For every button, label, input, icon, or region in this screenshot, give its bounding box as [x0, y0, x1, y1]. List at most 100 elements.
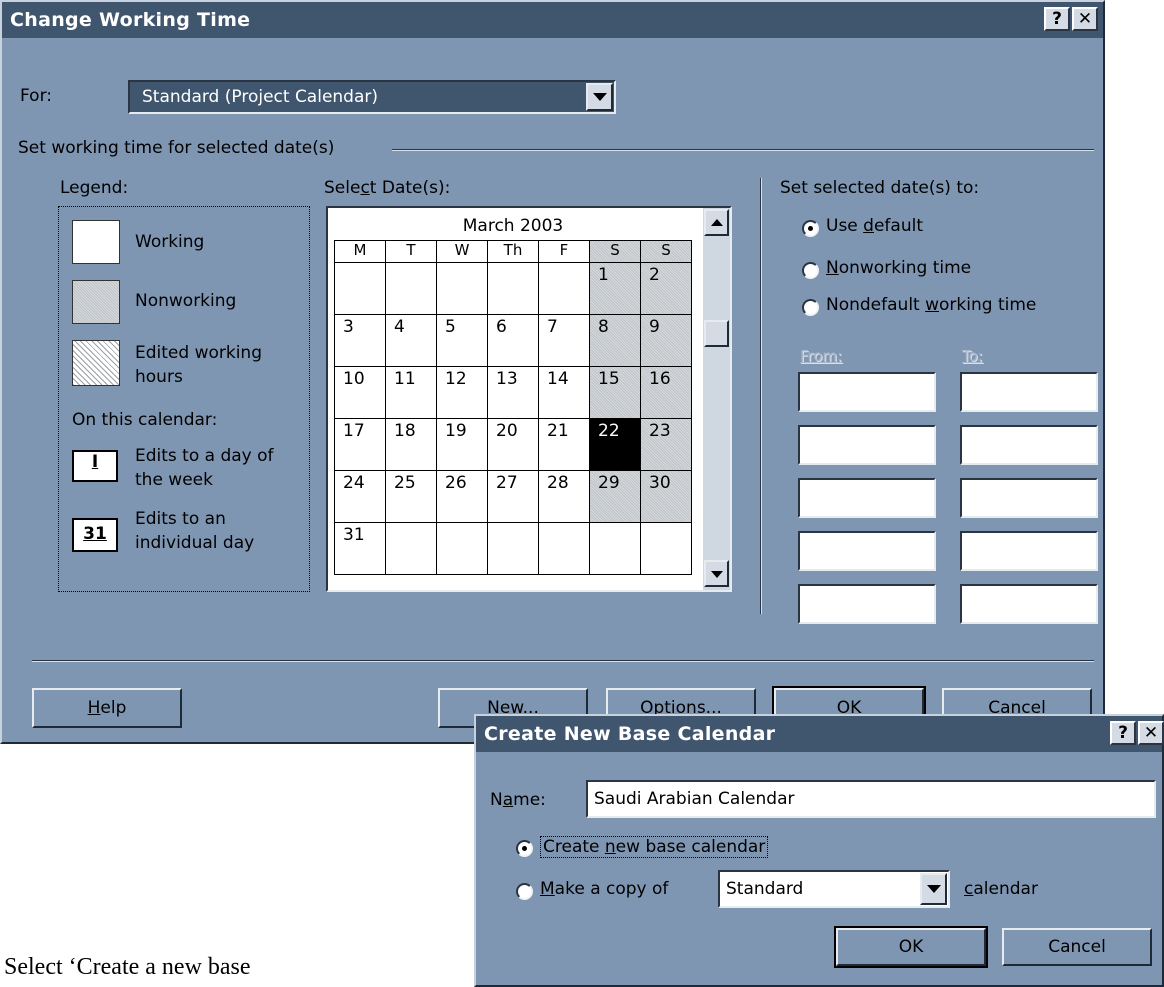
calendar-week-row: 3456789	[334, 314, 692, 367]
calendar-day-header[interactable]: T	[385, 240, 437, 263]
new-dialog-ok-button[interactable]: OK	[834, 926, 988, 968]
calendar-day-cell[interactable]: 29	[589, 470, 641, 523]
calendar-day-cell[interactable]: 11	[385, 366, 437, 419]
calendar-day-cell[interactable]: 1	[589, 262, 641, 315]
help-button[interactable]: Help	[32, 688, 182, 728]
calendar-day-cell[interactable]: 13	[487, 366, 539, 419]
calendar-day-cell[interactable]: 28	[538, 470, 590, 523]
scroll-down-button[interactable]	[704, 560, 729, 587]
to-field-4[interactable]	[960, 531, 1098, 571]
calendar-day-cell[interactable]: 4	[385, 314, 437, 367]
calendar-day-cell[interactable]: 15	[589, 366, 641, 419]
calendar-empty-cell	[487, 522, 539, 575]
scroll-up-button[interactable]	[704, 209, 729, 236]
create-new-label: Create new base calendar	[540, 836, 769, 858]
calendar-empty-cell	[334, 262, 386, 315]
chevron-down-icon	[711, 571, 723, 578]
calendar-day-cell[interactable]: 31	[334, 522, 386, 575]
calendar-empty-cell	[385, 262, 437, 315]
from-field-3[interactable]	[798, 478, 936, 518]
calendar-day-header[interactable]: S	[589, 240, 641, 263]
use-default-radio[interactable]	[802, 220, 819, 237]
to-field-5[interactable]	[960, 584, 1098, 624]
calendar-empty-cell	[436, 262, 488, 315]
new-dialog-close-button[interactable]: ✕	[1138, 721, 1164, 745]
copy-source-dropdown-button[interactable]	[920, 873, 947, 905]
nonworking-radio[interactable]	[802, 262, 819, 279]
day-label-2: individual day	[135, 533, 255, 553]
calendar-day-cell[interactable]: 2	[640, 262, 692, 315]
for-select[interactable]: Standard (Project Calendar)	[128, 80, 616, 114]
from-field-4[interactable]	[798, 531, 936, 571]
from-field-1[interactable]	[798, 372, 936, 412]
calendar-day-cell[interactable]: 14	[538, 366, 590, 419]
group-divider	[392, 149, 1094, 151]
new-dialog-title: Create New Base Calendar	[484, 723, 776, 745]
calendar-day-header[interactable]: Th	[487, 240, 539, 263]
calendar-day-cell[interactable]: 23	[640, 418, 692, 471]
calendar-day-header[interactable]: F	[538, 240, 590, 263]
day-of-week-icon-text: I	[91, 452, 99, 472]
calendar-day-cell[interactable]: 5	[436, 314, 488, 367]
new-dialog-cancel-button[interactable]: Cancel	[1002, 928, 1152, 966]
help-title-button[interactable]: ?	[1044, 7, 1070, 31]
calendar-empty-cell	[538, 522, 590, 575]
calendar-day-cell[interactable]: 8	[589, 314, 641, 367]
copy-source-select[interactable]: Standard	[718, 870, 950, 908]
for-dropdown-button[interactable]	[586, 83, 613, 111]
use-default-label: Use default	[826, 216, 923, 236]
calendar-day-cell[interactable]: 30	[640, 470, 692, 523]
for-label: For:	[20, 86, 52, 106]
name-input-value: Saudi Arabian Calendar	[594, 789, 795, 809]
calendar-day-cell[interactable]: 17	[334, 418, 386, 471]
to-field-2[interactable]	[960, 425, 1098, 465]
create-new-base-calendar-dialog: Create New Base Calendar ? ✕ Name: Saudi…	[474, 714, 1164, 987]
dialog-title: Change Working Time	[10, 9, 251, 31]
calendar-day-header[interactable]: S	[640, 240, 692, 263]
to-field-1[interactable]	[960, 372, 1098, 412]
calendar-scrollbar[interactable]	[703, 208, 730, 590]
calendar-day-cell[interactable]: 27	[487, 470, 539, 523]
chevron-down-icon	[593, 93, 607, 101]
create-new-radio[interactable]	[516, 840, 533, 857]
from-field-2[interactable]	[798, 425, 936, 465]
legend-edited-label-1: Edited working	[135, 343, 263, 363]
calendar-day-header[interactable]: M	[334, 240, 386, 263]
select-dates-label: Select Date(s):	[324, 178, 451, 198]
legend-edited-swatch	[72, 340, 120, 386]
name-input[interactable]: Saudi Arabian Calendar	[586, 780, 1156, 818]
from-field-5[interactable]	[798, 584, 936, 624]
calendar-day-cell[interactable]: 12	[436, 366, 488, 419]
calendar-day-cell[interactable]: 19	[436, 418, 488, 471]
calendar-day-cell[interactable]: 25	[385, 470, 437, 523]
calendar-day-cell[interactable]: 21	[538, 418, 590, 471]
legend-working-label: Working	[135, 232, 205, 252]
make-copy-radio[interactable]	[516, 883, 533, 900]
calendar-month-title: March 2003	[462, 216, 564, 236]
calendar-day-cell[interactable]: 20	[487, 418, 539, 471]
calendar-week-row: 31	[334, 522, 692, 575]
calendar-day-cell[interactable]: 22	[589, 418, 641, 471]
calendar-day-cell[interactable]: 26	[436, 470, 488, 523]
calendar-day-cell[interactable]: 16	[640, 366, 692, 419]
new-dialog-help-button[interactable]: ?	[1110, 721, 1136, 745]
calendar-day-cell[interactable]: 7	[538, 314, 590, 367]
close-button[interactable]: ✕	[1072, 7, 1098, 31]
change-working-time-dialog: Change Working Time ? ✕ For: Standard (P…	[0, 0, 1105, 744]
calendar-day-cell[interactable]: 18	[385, 418, 437, 471]
name-label: Name:	[490, 790, 546, 810]
nondefault-radio[interactable]	[802, 299, 819, 316]
calendar-day-cell[interactable]: 3	[334, 314, 386, 367]
nondefault-label: Nondefault working time	[826, 295, 1037, 315]
calendar-day-cell[interactable]: 9	[640, 314, 692, 367]
calendar-day-header[interactable]: W	[436, 240, 488, 263]
to-field-3[interactable]	[960, 478, 1098, 518]
individual-day-icon-text: 31	[83, 524, 107, 544]
calendar-day-cell[interactable]: 10	[334, 366, 386, 419]
calendar-empty-cell	[640, 522, 692, 575]
calendar-day-cell[interactable]: 6	[487, 314, 539, 367]
make-copy-label: Make a copy of	[540, 879, 669, 899]
legend-working-swatch	[72, 220, 120, 264]
calendar-day-cell[interactable]: 24	[334, 470, 386, 523]
scroll-thumb[interactable]	[704, 320, 729, 347]
